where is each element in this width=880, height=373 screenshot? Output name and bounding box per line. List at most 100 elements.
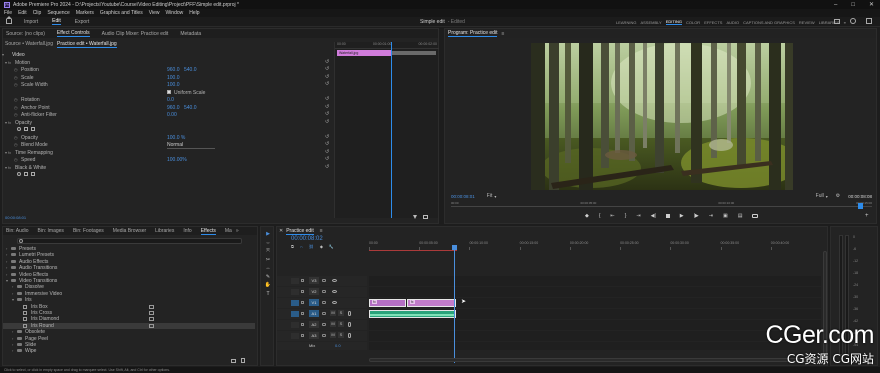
work-area-bar[interactable]: [369, 250, 457, 251]
snap-icon[interactable]: ∩: [300, 244, 303, 249]
solo-button[interactable]: S: [338, 321, 344, 327]
track-header-v2[interactable]: V2: [277, 287, 367, 297]
mute-button[interactable]: M: [330, 332, 336, 338]
trash-icon[interactable]: [241, 358, 245, 363]
pen-mask-icon[interactable]: [31, 127, 35, 131]
property-value[interactable]: 100.0: [167, 82, 180, 88]
fullscreen-icon[interactable]: [866, 18, 872, 24]
effect-property-row[interactable]: ▾ fx Motion ↺: [3, 59, 333, 66]
timeline-menu-icon[interactable]: ≡: [320, 228, 323, 234]
stop-button[interactable]: [665, 214, 670, 218]
reset-icon[interactable]: ↺: [325, 59, 329, 65]
effects-tree-item[interactable]: › Obsolete: [3, 329, 255, 335]
effect-property-row[interactable]: ◷ Blend Mode Normal ↺: [3, 141, 333, 149]
menu-help[interactable]: Help: [189, 10, 199, 16]
fx-toggle-icon[interactable]: ◷: [14, 97, 18, 102]
eye-icon[interactable]: [332, 279, 337, 282]
type-tool-icon[interactable]: T: [263, 291, 273, 299]
expand-chevron-icon[interactable]: ▾: [2, 52, 4, 57]
video-clip[interactable]: fx: [406, 299, 456, 307]
audio-clip[interactable]: [369, 310, 456, 318]
track-header-mix[interactable]: Mix 0.0: [277, 342, 367, 350]
step-forward-button[interactable]: |▶: [694, 213, 699, 219]
tab-bin-footages[interactable]: Bin: Footages: [73, 228, 104, 234]
effects-tree-item[interactable]: Iris Diamond: [3, 316, 255, 322]
menu-sequence[interactable]: Sequence: [47, 10, 70, 16]
track-header-v3[interactable]: V3: [277, 276, 367, 286]
effect-property-row[interactable]: ▾ Video: [2, 51, 333, 58]
mark-clip-button[interactable]: ⇤: [611, 213, 615, 219]
effects-tree-item[interactable]: › Page Peel: [3, 336, 255, 342]
tab-libraries[interactable]: Libraries: [155, 228, 174, 234]
track-target[interactable]: V3: [309, 277, 319, 284]
property-value[interactable]: 960.0: [167, 67, 180, 73]
tab-metadata[interactable]: Metadata: [180, 31, 201, 37]
effect-property-row[interactable]: ◷ Anti-flicker Filter 0.00 ↺: [3, 111, 333, 118]
rect-mask-icon[interactable]: [24, 172, 28, 176]
source-patch[interactable]: [291, 322, 299, 328]
menu-graphics[interactable]: Graphics and Titles: [100, 10, 143, 16]
fx-toggle-icon[interactable]: fx: [8, 60, 11, 65]
source-patch[interactable]: [291, 289, 299, 295]
lock-icon[interactable]: [301, 279, 304, 282]
expand-chevron-icon[interactable]: ▾: [5, 165, 7, 170]
workspace-captions[interactable]: CAPTIONS AND GRAPHICS: [743, 20, 795, 25]
quality-dropdown[interactable]: Full: [816, 193, 824, 199]
expand-chevron-icon[interactable]: ▾: [5, 120, 7, 125]
program-monitor-title[interactable]: Program: Practice edit: [448, 30, 498, 37]
sync-lock-icon[interactable]: [322, 290, 326, 293]
nest-icon[interactable]: ⧉: [291, 244, 294, 249]
effects-tree-item[interactable]: › Immersive Video: [3, 291, 255, 297]
track-target[interactable]: V2: [309, 288, 319, 295]
workspace-effects[interactable]: EFFECTS: [704, 20, 722, 25]
track-lane-v3[interactable]: [369, 276, 821, 286]
fx-toggle-icon[interactable]: fx: [8, 165, 11, 170]
tab-media-browser[interactable]: Media Browser: [113, 228, 146, 234]
effects-tree-item[interactable]: Iris Round: [3, 322, 255, 329]
effects-tree-item[interactable]: › Lumetri Presets: [3, 252, 255, 258]
go-to-in-button[interactable]: ⇥: [636, 213, 640, 219]
track-header-a1[interactable]: A1 M S: [277, 309, 367, 319]
solo-button[interactable]: S: [338, 332, 344, 338]
minimize-button[interactable]: –: [834, 2, 837, 8]
property-value[interactable]: 100.00%: [167, 157, 187, 163]
tree-chevron-icon[interactable]: ›: [6, 265, 7, 270]
add-marker-button[interactable]: ◆: [585, 213, 589, 219]
eye-icon[interactable]: [332, 301, 337, 304]
tab-markers[interactable]: Ma: [225, 228, 232, 234]
progress-icon[interactable]: [850, 18, 856, 24]
fit-dropdown-chevron-icon[interactable]: ▾: [494, 194, 496, 199]
uniform-scale-checkbox[interactable]: [167, 89, 171, 94]
effect-property-row[interactable]: ◷ Scale Width 100.0 ↺: [3, 81, 333, 88]
timeline-ruler[interactable]: 00:00 00:00:05:00 00:00:10:00 00:00:15:00 00…: [369, 237, 821, 251]
video-clip[interactable]: fx: [369, 299, 406, 307]
reset-icon[interactable]: ↺: [325, 81, 329, 87]
tree-chevron-icon[interactable]: ▾: [6, 278, 8, 283]
effect-property-row[interactable]: ◷ Rotation 0.0 ↺: [3, 96, 333, 103]
mute-button[interactable]: M: [330, 321, 336, 327]
sync-lock-icon[interactable]: [322, 279, 326, 282]
maximize-button[interactable]: □: [851, 2, 855, 8]
lift-button[interactable]: ▣: [723, 213, 728, 219]
fx-toggle-icon[interactable]: ◷: [14, 67, 18, 72]
effect-property-row[interactable]: ◷ Anchor Point 960.0 540.0 ↺: [3, 104, 333, 111]
timeline-settings-icon[interactable]: 🔧: [329, 244, 334, 249]
sync-lock-icon[interactable]: [322, 323, 326, 326]
reset-icon[interactable]: ↺: [325, 164, 329, 170]
reset-icon[interactable]: ↺: [325, 149, 329, 155]
source-patch[interactable]: [291, 278, 299, 284]
tab-import[interactable]: Import: [24, 19, 38, 25]
lock-icon[interactable]: [301, 301, 304, 304]
expand-chevron-icon[interactable]: ▾: [5, 60, 7, 65]
tab-bin-images[interactable]: Bin: Images: [38, 228, 64, 234]
add-marker-icon[interactable]: ◆: [320, 244, 323, 249]
pen-tool-icon[interactable]: ✎: [263, 274, 273, 282]
effects-tree-item[interactable]: Iris Box: [3, 304, 255, 310]
tabs-overflow-icon[interactable]: »: [236, 228, 239, 234]
effects-tree-item[interactable]: › Presets: [3, 246, 255, 252]
effects-tree-item[interactable]: › Video Effects: [3, 272, 255, 278]
track-select-tool-icon[interactable]: ⇔: [263, 240, 273, 248]
program-video-frame[interactable]: [531, 43, 793, 190]
fx-toggle-icon[interactable]: ◷: [14, 75, 18, 80]
source-patch[interactable]: [291, 300, 299, 306]
